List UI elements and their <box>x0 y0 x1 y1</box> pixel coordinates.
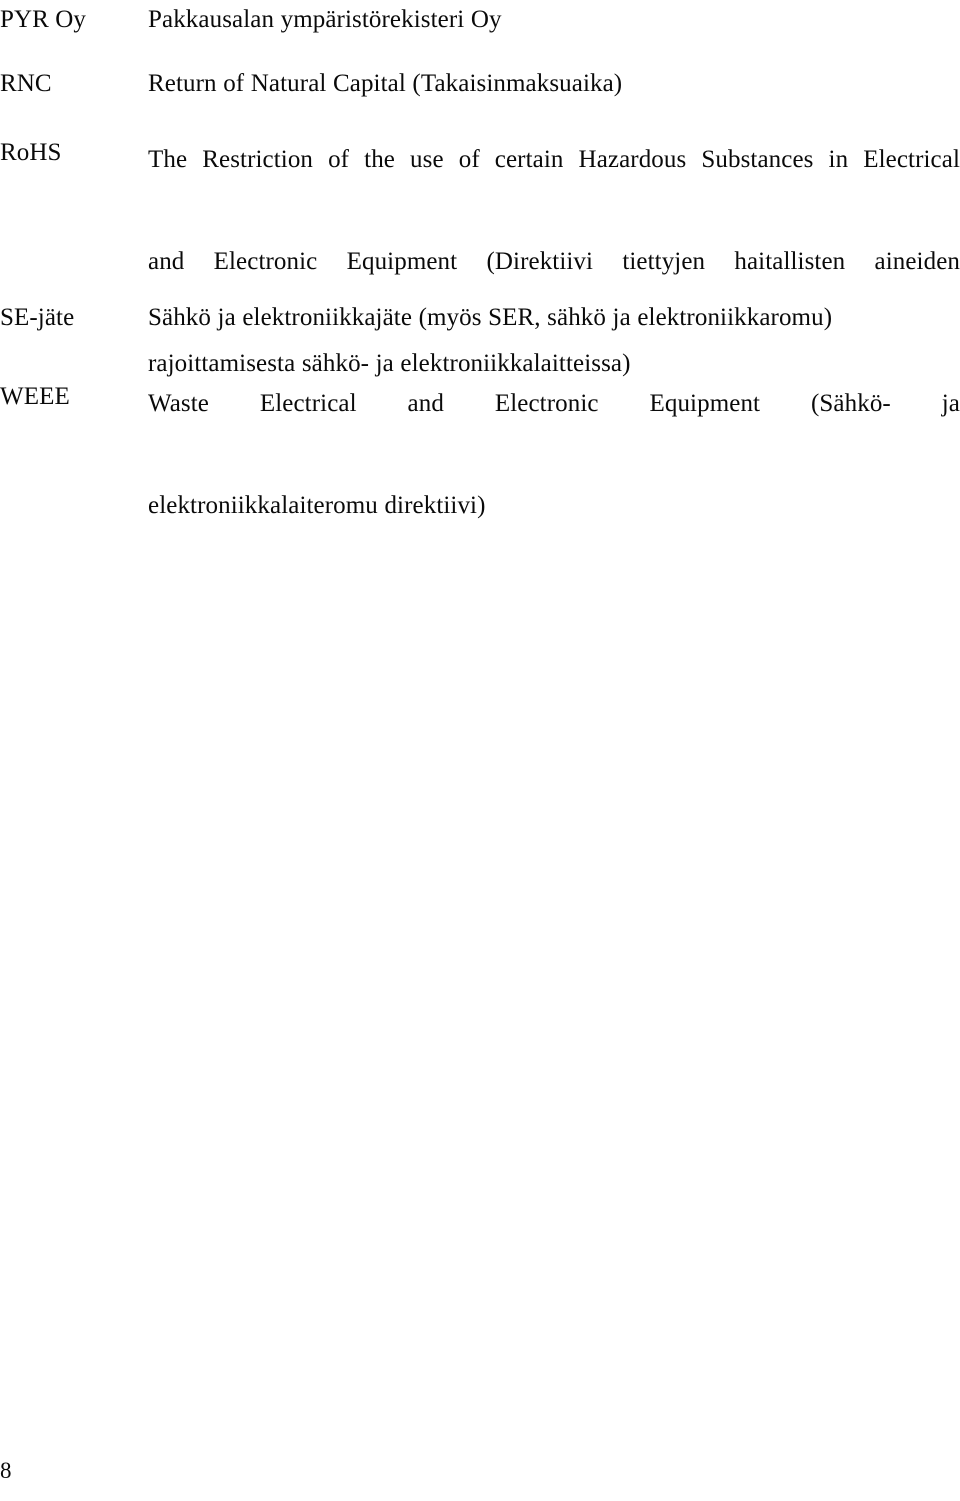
glossary-entry: WEEE Waste Electrical and Electronic Equ… <box>0 378 960 531</box>
definition-line: The Restriction of the use of certain Ha… <box>148 146 960 173</box>
glossary-term: PYR Oy <box>0 6 87 33</box>
glossary-term: RNC <box>0 70 52 97</box>
glossary-definition: Sähkö ja elektroniikkajäte (myös SER, sä… <box>148 304 833 331</box>
definition-line: Waste Electrical and Electronic Equipmen… <box>148 390 960 417</box>
glossary-entry: RoHS The Restriction of the use of certa… <box>0 134 960 389</box>
glossary-entry: RNC Return of Natural Capital (Takaisinm… <box>0 68 960 100</box>
document-page: PYR Oy Pakkausalan ympäristörekisteri Oy… <box>0 0 960 1501</box>
glossary-definition: Return of Natural Capital (Takaisinmaksu… <box>148 70 623 97</box>
glossary-term: RoHS <box>0 139 62 166</box>
glossary-definition: The Restriction of the use of certain Ha… <box>148 134 960 389</box>
definition-line: elektroniikkalaiteromu direktiivi) <box>148 492 486 519</box>
glossary-term: WEEE <box>0 383 70 410</box>
glossary-definition: Pakkausalan ympäristörekisteri Oy <box>148 6 502 33</box>
glossary-entry: PYR Oy Pakkausalan ympäristörekisteri Oy <box>0 4 960 36</box>
glossary-term: SE-jäte <box>0 304 75 331</box>
glossary-definition: Waste Electrical and Electronic Equipmen… <box>148 378 960 531</box>
glossary-entry: SE-jäte Sähkö ja elektroniikkajäte (myös… <box>0 302 960 334</box>
page-number: 8 <box>0 1458 12 1483</box>
